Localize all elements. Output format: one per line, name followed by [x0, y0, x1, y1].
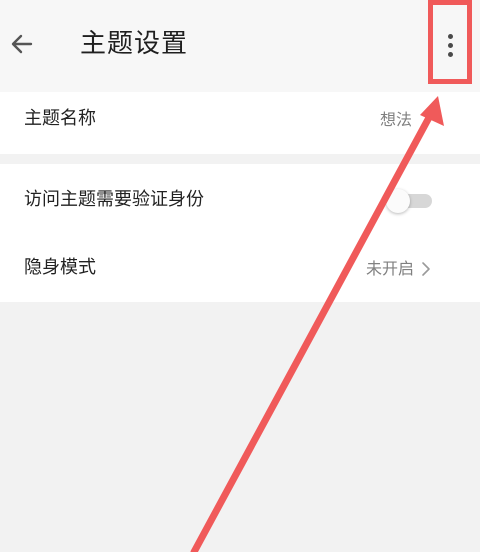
- theme-name-row[interactable]: 主题名称 想法: [0, 92, 480, 152]
- theme-name-value: 想法: [379, 110, 412, 129]
- page-title: 主题设置: [80, 29, 189, 59]
- more-options-button[interactable]: [434, 28, 466, 62]
- privacy-settings-card: 访问主题需要验证身份 隐身模式 未开启: [0, 164, 480, 302]
- arrow-left-icon: [11, 34, 33, 54]
- toggle-knob: [386, 189, 410, 213]
- chevron-right-icon: [418, 257, 434, 281]
- theme-name-label: 主题名称: [24, 108, 96, 129]
- incognito-value: 未开启: [365, 259, 414, 278]
- top-app-bar: 主题设置: [0, 0, 480, 92]
- theme-name-card: 主题名称 想法: [0, 92, 480, 154]
- verify-identity-label: 访问主题需要验证身份: [24, 189, 204, 210]
- back-button[interactable]: [4, 26, 40, 62]
- more-vertical-icon: [447, 33, 453, 39]
- verify-identity-toggle[interactable]: [386, 189, 432, 213]
- incognito-row[interactable]: 隐身模式 未开启: [0, 238, 480, 298]
- more-dot-middle: [447, 42, 453, 48]
- verify-identity-row: 访问主题需要验证身份: [0, 170, 480, 230]
- more-dot-bottom: [447, 51, 453, 57]
- incognito-label: 隐身模式: [24, 257, 96, 278]
